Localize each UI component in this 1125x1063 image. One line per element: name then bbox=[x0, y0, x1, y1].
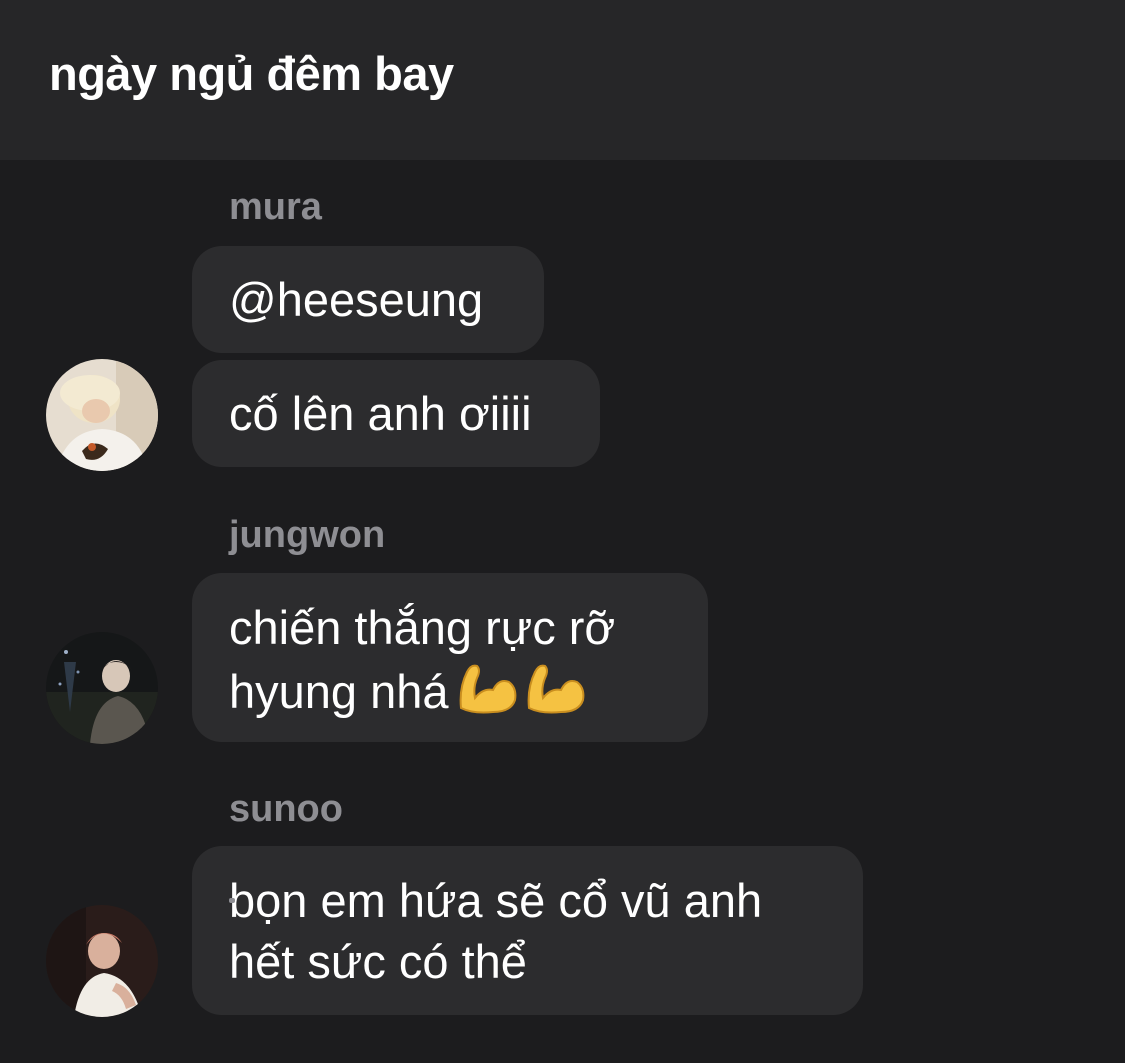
avatar-sunoo[interactable] bbox=[46, 905, 158, 1017]
message-text-line: hết sức có thể bbox=[229, 935, 527, 988]
next-sender-cutoff bbox=[229, 898, 235, 903]
sender-name-jungwon[interactable]: jungwon bbox=[229, 510, 385, 560]
avatar-sunoo-image bbox=[46, 905, 158, 1017]
message-text-line: chiến thắng rực rỡ bbox=[229, 601, 616, 654]
avatar-jungwon-image bbox=[46, 632, 158, 744]
message-bubble[interactable]: @heeseung bbox=[192, 246, 544, 353]
avatar-jungwon[interactable] bbox=[46, 632, 158, 744]
message-text-line: bọn em hứa sẽ cổ vũ anh bbox=[229, 874, 763, 927]
message-bubble[interactable]: chiến thắng rực rỡ hyung nhá bbox=[192, 573, 708, 742]
flexed-biceps-icon bbox=[457, 658, 587, 728]
message-list[interactable]: mura @heeseung cố lên anh ơiiii jungwon … bbox=[0, 160, 1125, 1063]
message-bubble[interactable]: bọn em hứa sẽ cổ vũ anh hết sức có thể bbox=[192, 846, 863, 1015]
sender-name-mura[interactable]: mura bbox=[229, 182, 322, 232]
message-text-line: hyung nhá bbox=[229, 658, 671, 728]
message-text: @heeseung bbox=[229, 273, 484, 326]
avatar-mura-image bbox=[46, 359, 158, 471]
message-text: cố lên anh ơiiii bbox=[229, 387, 532, 440]
sender-name-sunoo[interactable]: sunoo bbox=[229, 784, 343, 834]
avatar-mura[interactable] bbox=[46, 359, 158, 471]
chat-title[interactable]: ngày ngủ đêm bay bbox=[49, 42, 454, 106]
chat-header: ngày ngủ đêm bay bbox=[0, 0, 1125, 160]
message-bubble[interactable]: cố lên anh ơiiii bbox=[192, 360, 600, 467]
